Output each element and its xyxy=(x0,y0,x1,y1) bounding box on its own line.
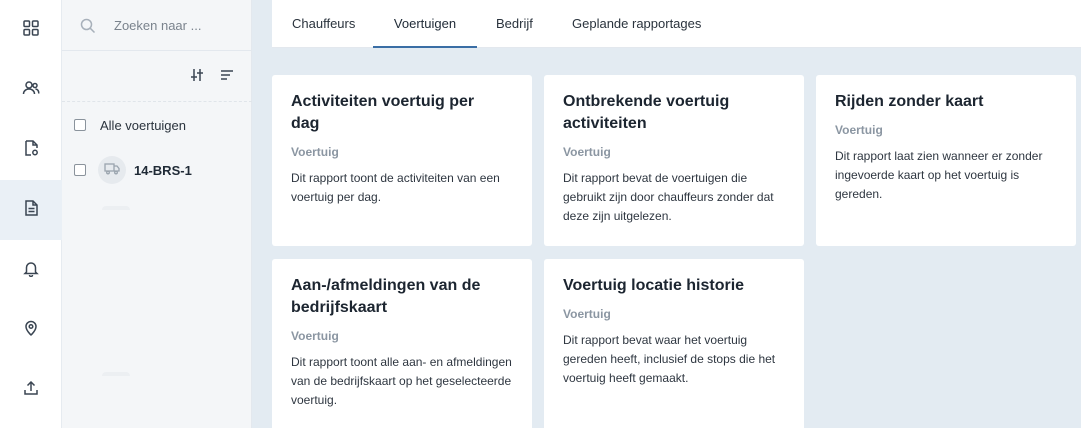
vehicle-filter-panel: Alle voertuigen 14-BRS-1 xyxy=(62,0,252,428)
tab-scheduled-reports[interactable]: Geplande rapportages xyxy=(570,0,703,48)
card-title: Ontbrekende voertuig activiteiten xyxy=(563,93,730,132)
card-title: Rijden zonder kaart xyxy=(835,93,984,110)
card-title: Voertuig locatie historie xyxy=(563,277,745,294)
vehicle-plate: 14-BRS-1 xyxy=(134,162,192,178)
tab-vehicles[interactable]: Voertuigen xyxy=(373,0,477,48)
nav-locations[interactable] xyxy=(0,300,62,360)
location-icon xyxy=(22,319,40,342)
card-category: Voertuig xyxy=(291,329,339,343)
upload-icon xyxy=(22,379,40,402)
nav-dashboard[interactable] xyxy=(0,0,62,60)
sort-button[interactable] xyxy=(218,68,236,86)
nav-notifications[interactable] xyxy=(0,240,62,300)
bell-icon xyxy=(22,259,40,282)
card-title: Activiteiten voertuig per dag xyxy=(291,93,475,132)
card-description: Dit rapport bevat de voertuigen die gebr… xyxy=(563,171,774,223)
all-vehicles-checkbox[interactable] xyxy=(74,119,86,131)
nav-documents[interactable] xyxy=(0,120,62,180)
placeholder-row xyxy=(102,372,130,376)
nav-reports[interactable] xyxy=(0,180,62,240)
report-card[interactable]: Rijden zonder kaart Voertuig Dit rapport… xyxy=(816,75,1076,246)
nav-drivers[interactable] xyxy=(0,60,62,120)
card-description: Dit rapport toont de activiteiten van ee… xyxy=(291,171,500,204)
card-description: Dit rapport toont alle aan- en afmelding… xyxy=(291,355,512,407)
report-card[interactable]: Aan-/afmeldingen van de bedrijfskaart Vo… xyxy=(272,259,532,428)
card-category: Voertuig xyxy=(563,145,611,159)
card-category: Voertuig xyxy=(835,123,883,137)
card-description: Dit rapport laat zien wanneer er zonder … xyxy=(835,149,1043,201)
nav-upload[interactable] xyxy=(0,360,62,420)
all-vehicles-option[interactable]: Alle voertuigen xyxy=(74,113,186,137)
dashboard-icon xyxy=(22,19,40,42)
sliders-icon xyxy=(189,67,205,88)
report-card[interactable]: Ontbrekende voertuig activiteiten Voertu… xyxy=(544,75,804,246)
icon-rail xyxy=(0,0,62,428)
truck-icon xyxy=(104,160,120,181)
tab-company[interactable]: Bedrijf xyxy=(494,0,535,48)
report-tabs: Chauffeurs Voertuigen Bedrijf Geplande r… xyxy=(272,0,1081,48)
placeholder-row xyxy=(102,206,130,210)
card-description: Dit rapport bevat waar het voertuig gere… xyxy=(563,333,776,385)
tab-drivers[interactable]: Chauffeurs xyxy=(290,0,357,48)
list-toolbar xyxy=(62,52,252,102)
vehicle-checkbox[interactable] xyxy=(74,164,86,176)
search-icon xyxy=(80,18,96,34)
list-item[interactable]: 14-BRS-1 xyxy=(74,156,192,184)
document-settings-icon xyxy=(22,139,40,162)
report-card[interactable]: Voertuig locatie historie Voertuig Dit r… xyxy=(544,259,804,428)
report-card[interactable]: Activiteiten voertuig per dag Voertuig D… xyxy=(272,75,532,246)
card-category: Voertuig xyxy=(563,307,611,321)
card-category: Voertuig xyxy=(291,145,339,159)
users-icon xyxy=(22,79,40,102)
search-bar xyxy=(62,0,252,51)
all-vehicles-label: Alle voertuigen xyxy=(100,117,186,133)
avatar xyxy=(98,156,126,184)
column-settings-button[interactable] xyxy=(188,68,206,86)
report-icon xyxy=(22,199,40,222)
search-input[interactable] xyxy=(114,14,242,36)
card-title: Aan-/afmeldingen van de bedrijfskaart xyxy=(291,277,481,316)
sort-icon xyxy=(219,67,235,88)
